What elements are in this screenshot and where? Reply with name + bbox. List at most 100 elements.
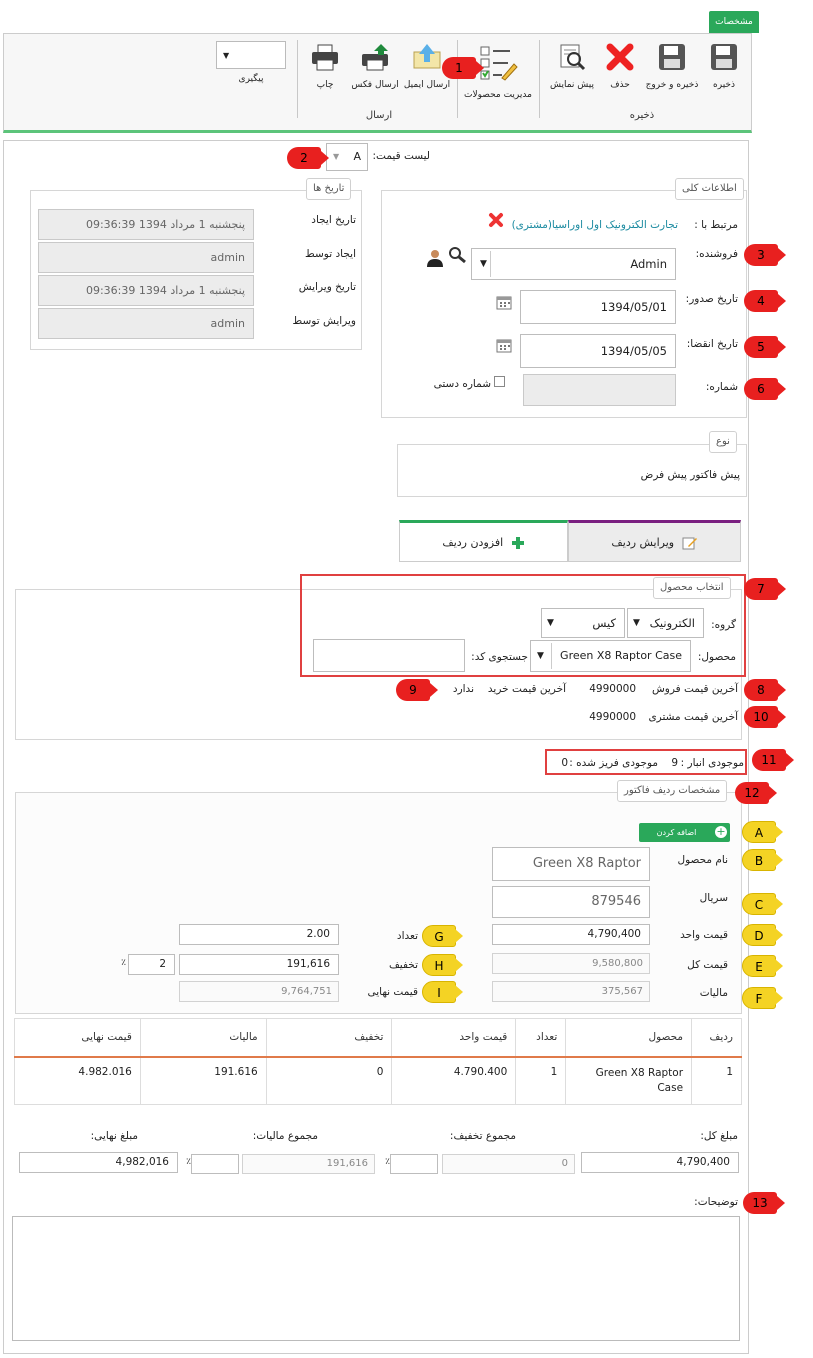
save-button[interactable]: ذخیره bbox=[704, 42, 744, 91]
row-spec-legend: مشخصات ردیف فاکتور bbox=[617, 780, 728, 802]
issue-date-input[interactable]: 1394/05/01 bbox=[520, 290, 676, 324]
preview-button[interactable]: پیش نمایش bbox=[546, 42, 598, 91]
send-group-label: ارسال bbox=[365, 110, 393, 121]
send-email-label: ارسال ایمیل bbox=[403, 80, 451, 90]
marker-i: I bbox=[422, 981, 463, 1003]
fax-icon bbox=[362, 44, 388, 71]
print-button[interactable]: چاپ bbox=[304, 42, 346, 91]
table-cell: 1 bbox=[691, 1056, 742, 1104]
tab-specifications[interactable]: مشخصات bbox=[709, 11, 759, 33]
manage-products-label: مدیریت محصولات bbox=[464, 90, 532, 100]
tab-edit-row-label: ویرایش ردیف bbox=[611, 536, 675, 549]
delete-label: حذف bbox=[610, 80, 630, 90]
table-row[interactable]: 1 Green X8 Raptor Case 1 4.790.400 0 191… bbox=[14, 1056, 742, 1104]
tab-edit-row[interactable]: ویرایش ردیف bbox=[568, 520, 741, 562]
created-date-field: پنجشنبه 1 مرداد 1394 09:36:39 bbox=[38, 209, 254, 240]
discount-label: تخفیف bbox=[388, 959, 418, 971]
marker-g: G bbox=[422, 925, 463, 947]
last-sale-price-label: آخرین قیمت فروش bbox=[651, 683, 738, 695]
column-header-unit-price[interactable]: قیمت واحد bbox=[391, 1018, 517, 1058]
related-customer-link[interactable]: تجارت الکترونیک اول اوراسیا(مشتری) bbox=[506, 219, 678, 231]
type-value: پیش فاکتور پیش فرض bbox=[640, 469, 740, 481]
sum-label: مبلغ کل: bbox=[700, 1130, 738, 1142]
tab-add-row[interactable]: افزودن ردیف bbox=[399, 520, 568, 562]
marker-a: A bbox=[742, 821, 783, 843]
column-header-row-number[interactable]: ردیف bbox=[691, 1018, 742, 1058]
dropdown-arrow-icon: ▼ bbox=[223, 51, 230, 60]
marker-c: C bbox=[742, 893, 783, 915]
floppy-disk-icon bbox=[659, 44, 685, 70]
number-field bbox=[523, 374, 676, 406]
total-price-field: 9,580,800 bbox=[492, 953, 650, 974]
marker-1: 1 bbox=[442, 57, 484, 79]
user-icon[interactable] bbox=[425, 248, 445, 268]
send-fax-button[interactable]: ارسال فکس bbox=[351, 42, 399, 91]
table-cell: 0 bbox=[266, 1056, 393, 1104]
add-item-button[interactable]: اضافه کردن + bbox=[639, 823, 730, 842]
remove-x-icon[interactable] bbox=[488, 212, 504, 228]
notes-textarea[interactable] bbox=[12, 1216, 740, 1341]
last-buy-price-label: آخرین قیمت خرید bbox=[487, 683, 566, 695]
table-cell: 1 bbox=[515, 1056, 567, 1104]
marker-6: 6 bbox=[744, 378, 786, 400]
type-legend: نوع bbox=[709, 431, 737, 453]
seller-label: فروشنده: bbox=[695, 248, 738, 260]
preview-label: پیش نمایش bbox=[550, 80, 594, 90]
final-amount-field: 4,982,016 bbox=[19, 1152, 178, 1173]
marker-7: 7 bbox=[744, 578, 786, 600]
column-header-discount[interactable]: تخفیف bbox=[266, 1018, 393, 1058]
marker-11: 11 bbox=[752, 749, 794, 771]
items-table: ردیف محصول تعداد قیمت واحد تخفیف مالیات … bbox=[14, 1018, 742, 1105]
tax-label: مالیات bbox=[699, 987, 728, 999]
annotation-box-stock bbox=[545, 749, 747, 775]
column-header-product[interactable]: محصول bbox=[565, 1018, 693, 1058]
save-exit-label: ذخیره و خروج bbox=[645, 80, 699, 90]
calendar-icon[interactable] bbox=[496, 296, 512, 310]
marker-9: 9 bbox=[396, 679, 438, 701]
dropdown-arrow-icon: ▼ bbox=[333, 152, 340, 161]
expire-date-input[interactable]: 1394/05/05 bbox=[520, 334, 676, 368]
marker-4: 4 bbox=[744, 290, 786, 312]
edited-by-field: admin bbox=[38, 308, 254, 339]
search-icon[interactable] bbox=[447, 246, 467, 264]
envelope-upload-icon bbox=[413, 44, 441, 69]
final-amount-label: مبلغ نهایی: bbox=[90, 1130, 138, 1142]
discount-input[interactable]: 191,616 bbox=[179, 954, 339, 975]
annotation-box-product bbox=[300, 574, 746, 677]
unit-price-input[interactable]: 4,790,400 bbox=[492, 924, 650, 945]
quantity-input[interactable]: 2.00 bbox=[179, 924, 339, 945]
print-label: چاپ bbox=[316, 80, 334, 90]
price-list-select[interactable]: ▼ A bbox=[326, 143, 368, 171]
followup-dropdown[interactable]: ▼ bbox=[216, 41, 286, 69]
marker-2: 2 bbox=[287, 147, 329, 169]
delete-button[interactable]: حذف bbox=[602, 42, 638, 91]
send-fax-label: ارسال فکس bbox=[351, 80, 399, 90]
discount-percent-input[interactable]: 2 bbox=[128, 954, 175, 975]
edit-pencil-icon bbox=[682, 537, 697, 550]
save-exit-button[interactable]: ذخیره و خروج bbox=[644, 42, 700, 91]
product-name-field[interactable]: Green X8 Raptor Case bbox=[492, 847, 650, 903]
related-label: مرتبط با : bbox=[694, 219, 738, 231]
tab-add-row-label: افزودن ردیف bbox=[442, 536, 504, 549]
created-by-field: admin bbox=[38, 242, 254, 273]
last-buy-price-value: ندارد bbox=[452, 683, 474, 695]
table-cell: Green X8 Raptor Case bbox=[565, 1056, 693, 1104]
magnifier-document-icon bbox=[560, 44, 586, 71]
calendar-icon[interactable] bbox=[496, 339, 512, 353]
total-tax-percent-field bbox=[191, 1154, 239, 1174]
column-header-tax[interactable]: مالیات bbox=[140, 1018, 267, 1058]
column-header-final-price[interactable]: قیمت نهایی bbox=[14, 1018, 141, 1058]
manual-number-checkbox[interactable] bbox=[494, 376, 505, 387]
column-header-quantity[interactable]: تعداد bbox=[515, 1018, 567, 1058]
plus-icon bbox=[511, 537, 524, 549]
serial-field[interactable]: 879546 bbox=[492, 886, 650, 918]
marker-f: F bbox=[742, 987, 783, 1009]
table-cell: 4.790.400 bbox=[391, 1056, 517, 1104]
save-group-label: ذخیره bbox=[629, 110, 655, 121]
seller-select[interactable]: Admin ▼ bbox=[471, 248, 676, 280]
printer-icon bbox=[312, 44, 338, 71]
marker-h: H bbox=[422, 954, 463, 976]
percent-sign: ٪ bbox=[121, 958, 126, 968]
followup-label: پیگیری bbox=[238, 74, 264, 84]
total-discount-field: 0 bbox=[442, 1154, 575, 1174]
